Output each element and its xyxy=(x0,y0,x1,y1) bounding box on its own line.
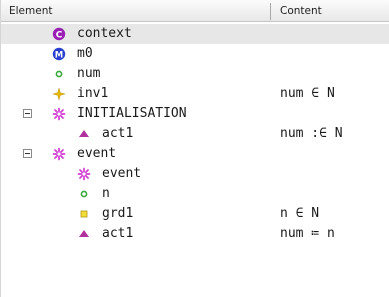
tree-row-label: act1 xyxy=(102,226,134,241)
tree-row-label: INITIALISATION xyxy=(77,106,187,121)
event-icon xyxy=(52,107,66,121)
tree-row-event[interactable]: event xyxy=(1,144,389,164)
context-icon: C xyxy=(52,27,66,41)
tree-row-content: num ≔ n xyxy=(280,226,335,241)
action-icon xyxy=(77,127,91,141)
collapse-toggle-icon[interactable] xyxy=(23,109,32,118)
tree-row-label: event xyxy=(77,146,117,161)
svg-text:M: M xyxy=(55,50,63,60)
tree-row-content: num ∈ N xyxy=(280,86,335,101)
tree-row-initialisation[interactable]: INITIALISATION xyxy=(1,104,389,124)
action-icon xyxy=(77,227,91,241)
tree-row-parameter[interactable]: n xyxy=(1,184,389,204)
content-column-header[interactable]: Content xyxy=(280,5,322,17)
machine-icon: M xyxy=(52,47,66,61)
parameter-icon xyxy=(77,187,91,201)
guard-icon xyxy=(77,207,91,221)
invariant-icon xyxy=(52,87,66,101)
tree-row-label: n xyxy=(102,186,110,201)
tree-row-label: m0 xyxy=(77,46,93,61)
tree-row-content: num :∈ N xyxy=(280,126,343,141)
event-icon xyxy=(52,147,66,161)
variable-icon xyxy=(52,67,66,81)
collapse-toggle-icon[interactable] xyxy=(23,149,32,158)
tree-row-label: inv1 xyxy=(77,86,109,101)
tree-row-action[interactable]: act1 num :∈ N xyxy=(1,124,389,144)
tree-row-label: context xyxy=(77,26,132,41)
tree-row-context[interactable]: C context xyxy=(1,24,389,44)
column-divider[interactable] xyxy=(270,3,271,20)
column-header: Element Content xyxy=(1,0,389,22)
tree-row-action[interactable]: act1 num ≔ n xyxy=(1,224,389,244)
tree-row-content: n ∈ N xyxy=(280,206,320,221)
tree-row-guard[interactable]: grd1 n ∈ N xyxy=(1,204,389,224)
tree-row-label: event xyxy=(102,166,142,181)
svg-text:C: C xyxy=(56,30,63,40)
event-b-tree-panel: Element Content C context M m0 num inv1 … xyxy=(0,0,389,297)
tree-row-label: num xyxy=(77,66,101,81)
tree-row-label: grd1 xyxy=(102,206,134,221)
element-column-header[interactable]: Element xyxy=(9,5,52,17)
tree-row-machine[interactable]: M m0 xyxy=(1,44,389,64)
tree-row-invariant[interactable]: inv1 num ∈ N xyxy=(1,84,389,104)
tree-row-refined-event[interactable]: event xyxy=(1,164,389,184)
event-icon xyxy=(77,167,91,181)
tree-row-variable[interactable]: num xyxy=(1,64,389,84)
tree-row-label: act1 xyxy=(102,126,134,141)
